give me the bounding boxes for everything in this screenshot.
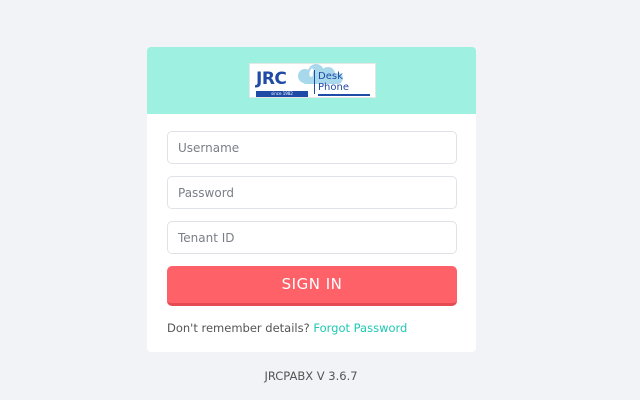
- forgot-password-link[interactable]: Forgot Password: [313, 321, 407, 335]
- help-text: Don't remember details? Forgot Password: [167, 321, 407, 335]
- version-label: JRCPABX V 3.6.7: [264, 369, 358, 383]
- logo-tagline: since 1982: [256, 91, 308, 97]
- username-input[interactable]: [167, 131, 457, 164]
- card-header: JRC since 1982 Desk Phone: [147, 47, 476, 114]
- logo-product-line2: Phone: [318, 82, 349, 93]
- logo-underline: [318, 94, 370, 96]
- password-input[interactable]: [167, 176, 457, 209]
- login-card: JRC since 1982 Desk Phone SIGN IN Don't …: [147, 47, 476, 352]
- logo-brand: JRC: [256, 69, 287, 89]
- logo-product-line1: Desk: [318, 71, 343, 82]
- logo: JRC since 1982 Desk Phone: [249, 63, 376, 98]
- sign-in-button[interactable]: SIGN IN: [167, 266, 457, 306]
- help-prompt: Don't remember details?: [167, 321, 310, 335]
- logo-divider: [314, 70, 315, 94]
- tenant-id-input[interactable]: [167, 221, 457, 254]
